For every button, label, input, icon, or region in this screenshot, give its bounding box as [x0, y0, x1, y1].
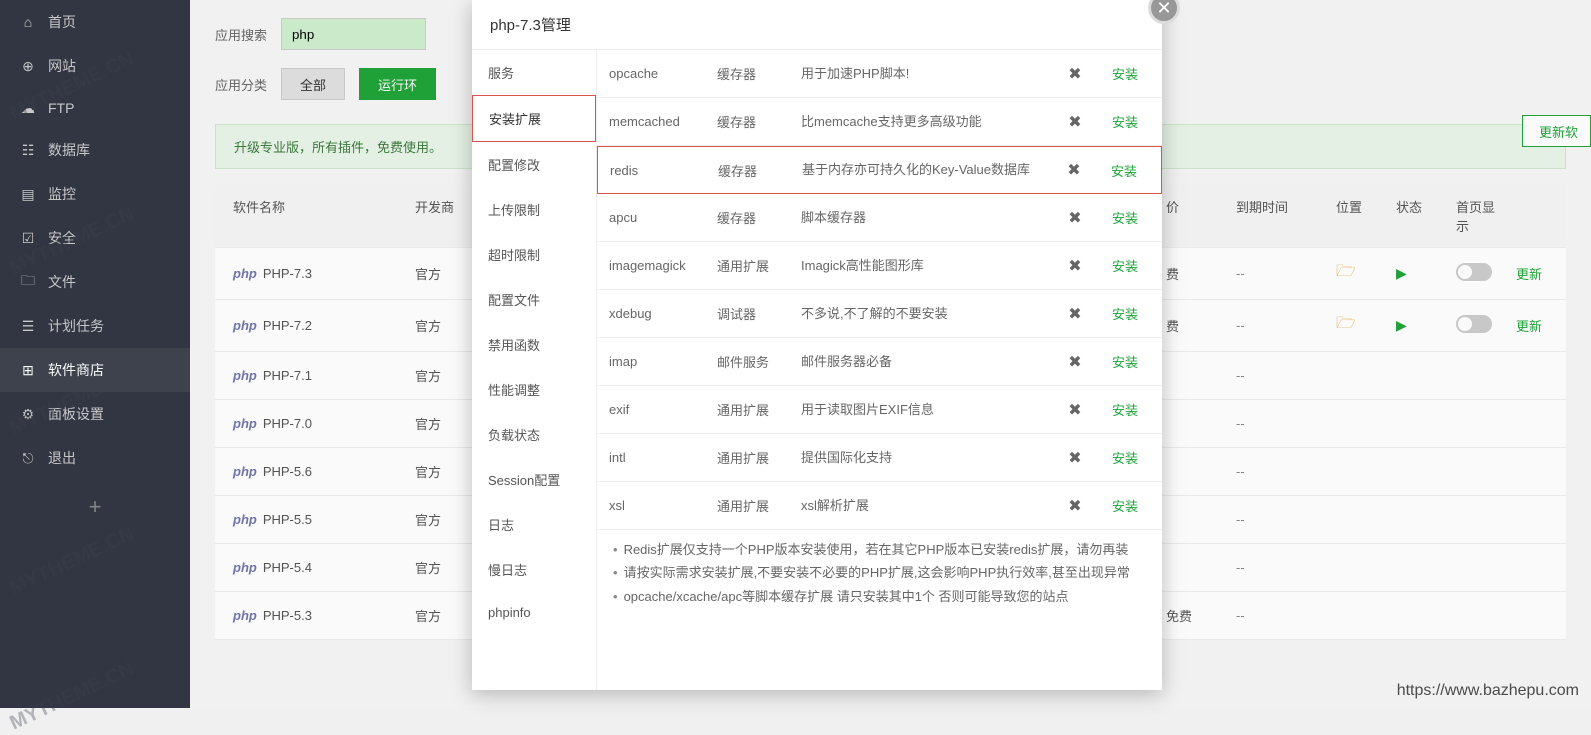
- install-button[interactable]: 安装: [1100, 112, 1150, 131]
- modal-overlay: ✕ php-7.3管理 服务安装扩展配置修改上传限制超时限制配置文件禁用函数性能…: [0, 0, 1591, 708]
- ext-desc: 比memcache支持更多高级功能: [801, 112, 1050, 132]
- install-button[interactable]: 安装: [1100, 352, 1150, 371]
- ext-desc: xsl解析扩展: [801, 496, 1050, 516]
- ext-name: memcached: [609, 114, 717, 129]
- ext-desc: 用于读取图片EXIF信息: [801, 400, 1050, 420]
- ext-desc: 用于加速PHP脚本!: [801, 64, 1050, 84]
- install-button[interactable]: 安装: [1100, 496, 1150, 515]
- ext-name: xsl: [609, 498, 717, 513]
- extension-row: xsl 通用扩展 xsl解析扩展 ✖ 安装: [597, 482, 1162, 530]
- ext-type: 调试器: [717, 304, 801, 323]
- modal-nav-item[interactable]: 超时限制: [472, 232, 596, 277]
- ext-type: 通用扩展: [717, 496, 801, 515]
- install-button[interactable]: 安装: [1100, 304, 1150, 323]
- ext-desc: 提供国际化支持: [801, 448, 1050, 468]
- ext-status-icon: ✖: [1050, 496, 1100, 516]
- install-button[interactable]: 安装: [1100, 448, 1150, 467]
- modal-notes: •Redis扩展仅支持一个PHP版本安装使用，若在其它PHP版本已安装redis…: [597, 530, 1162, 624]
- modal-content: opcache 缓存器 用于加速PHP脚本! ✖ 安装 memcached 缓存…: [597, 50, 1162, 690]
- note-line: •Redis扩展仅支持一个PHP版本安装使用，若在其它PHP版本已安装redis…: [613, 538, 1146, 561]
- ext-status-icon: ✖: [1050, 400, 1100, 420]
- modal-nav-item[interactable]: Session配置: [472, 457, 596, 502]
- modal-nav-item[interactable]: 安装扩展: [472, 95, 596, 142]
- php-manage-modal: ✕ php-7.3管理 服务安装扩展配置修改上传限制超时限制配置文件禁用函数性能…: [472, 0, 1162, 690]
- footer-url: https://www.bazhepu.com: [1397, 682, 1579, 700]
- modal-nav-item[interactable]: 配置修改: [472, 142, 596, 187]
- modal-nav-item[interactable]: 服务: [472, 50, 596, 95]
- ext-desc: 不多说,不了解的不要安装: [801, 304, 1050, 324]
- ext-name: xdebug: [609, 306, 717, 321]
- ext-status-icon: ✖: [1050, 64, 1100, 84]
- extension-row: apcu 缓存器 脚本缓存器 ✖ 安装: [597, 194, 1162, 242]
- ext-status-icon: ✖: [1050, 256, 1100, 276]
- modal-title: php-7.3管理: [472, 0, 1162, 50]
- ext-type: 缓存器: [717, 112, 801, 131]
- ext-type: 缓存器: [717, 64, 801, 83]
- ext-name: imap: [609, 354, 717, 369]
- modal-nav-item[interactable]: 性能调整: [472, 367, 596, 412]
- modal-nav-item[interactable]: 日志: [472, 502, 596, 547]
- modal-body: 服务安装扩展配置修改上传限制超时限制配置文件禁用函数性能调整负载状态Sessio…: [472, 50, 1162, 690]
- modal-nav: 服务安装扩展配置修改上传限制超时限制配置文件禁用函数性能调整负载状态Sessio…: [472, 50, 597, 690]
- install-button[interactable]: 安装: [1100, 64, 1150, 83]
- extension-row: imagemagick 通用扩展 Imagick高性能图形库 ✖ 安装: [597, 242, 1162, 290]
- modal-nav-item[interactable]: 慢日志: [472, 547, 596, 592]
- extension-row: opcache 缓存器 用于加速PHP脚本! ✖ 安装: [597, 50, 1162, 98]
- ext-desc: 邮件服务器必备: [801, 352, 1050, 372]
- note-line: •opcache/xcache/apc等脚本缓存扩展 请只安装其中1个 否则可能…: [613, 585, 1146, 608]
- modal-nav-item[interactable]: phpinfo: [472, 592, 596, 633]
- ext-type: 缓存器: [718, 161, 802, 180]
- ext-type: 通用扩展: [717, 448, 801, 467]
- ext-status-icon: ✖: [1050, 448, 1100, 468]
- modal-nav-item[interactable]: 上传限制: [472, 187, 596, 232]
- modal-nav-item[interactable]: 禁用函数: [472, 322, 596, 367]
- ext-status-icon: ✖: [1049, 160, 1099, 180]
- ext-type: 缓存器: [717, 208, 801, 227]
- ext-type: 通用扩展: [717, 400, 801, 419]
- install-button[interactable]: 安装: [1099, 161, 1149, 180]
- extension-row: redis 缓存器 基于内存亦可持久化的Key-Value数据库 ✖ 安装: [597, 146, 1162, 194]
- extension-row: memcached 缓存器 比memcache支持更多高级功能 ✖ 安装: [597, 98, 1162, 146]
- ext-status-icon: ✖: [1050, 112, 1100, 132]
- ext-type: 通用扩展: [717, 256, 801, 275]
- install-button[interactable]: 安装: [1100, 208, 1150, 227]
- ext-name: apcu: [609, 210, 717, 225]
- extension-table: opcache 缓存器 用于加速PHP脚本! ✖ 安装 memcached 缓存…: [597, 50, 1162, 530]
- ext-name: exif: [609, 402, 717, 417]
- ext-desc: Imagick高性能图形库: [801, 256, 1050, 276]
- extension-row: xdebug 调试器 不多说,不了解的不要安装 ✖ 安装: [597, 290, 1162, 338]
- ext-name: redis: [610, 163, 718, 178]
- ext-name: opcache: [609, 66, 717, 81]
- extension-row: imap 邮件服务 邮件服务器必备 ✖ 安装: [597, 338, 1162, 386]
- ext-name: imagemagick: [609, 258, 717, 273]
- ext-type: 邮件服务: [717, 352, 801, 371]
- ext-status-icon: ✖: [1050, 352, 1100, 372]
- extension-row: exif 通用扩展 用于读取图片EXIF信息 ✖ 安装: [597, 386, 1162, 434]
- ext-desc: 基于内存亦可持久化的Key-Value数据库: [802, 160, 1049, 180]
- ext-status-icon: ✖: [1050, 304, 1100, 324]
- install-button[interactable]: 安装: [1100, 400, 1150, 419]
- modal-nav-item[interactable]: 负载状态: [472, 412, 596, 457]
- extension-row: intl 通用扩展 提供国际化支持 ✖ 安装: [597, 434, 1162, 482]
- ext-name: intl: [609, 450, 717, 465]
- ext-desc: 脚本缓存器: [801, 208, 1050, 228]
- note-line: •请按实际需求安装扩展,不要安装不必要的PHP扩展,这会影响PHP执行效率,甚至…: [613, 561, 1146, 584]
- ext-status-icon: ✖: [1050, 208, 1100, 228]
- install-button[interactable]: 安装: [1100, 256, 1150, 275]
- modal-nav-item[interactable]: 配置文件: [472, 277, 596, 322]
